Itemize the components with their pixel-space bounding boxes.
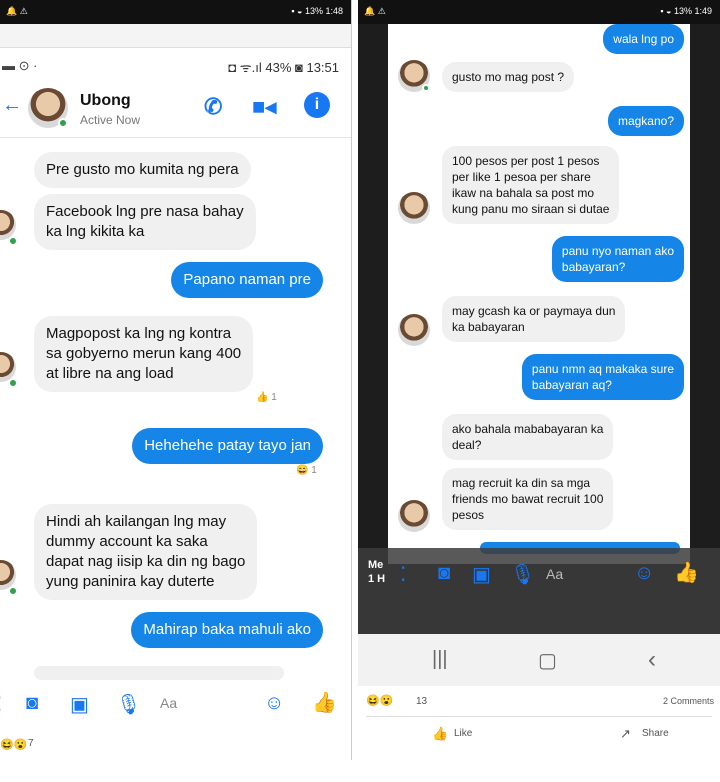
message-input[interactable]: Aa: [546, 566, 563, 582]
message-in[interactable]: mag recruit ka din sa mga friends mo baw…: [442, 468, 614, 530]
info-icon[interactable]: i: [304, 92, 330, 118]
message-in[interactable]: Hindi ah kailangan lng may dummy account…: [34, 504, 258, 600]
image-icon[interactable]: ▣: [472, 562, 491, 587]
reaction-count[interactable]: 7: [28, 738, 34, 749]
message-composer: ⁚ ◙ ▣ 🎙 Aa ☺ 👍: [0, 684, 351, 724]
reaction-icons: 😆😮: [366, 695, 394, 707]
message-in[interactable]: Facebook lng pre nasa bahay ka lng kikit…: [34, 194, 256, 250]
comments-count[interactable]: 2 Comments: [663, 696, 714, 706]
message-list: Pre gusto mo kumita ng pera Facebook lng…: [0, 140, 351, 680]
online-indicator: [58, 118, 68, 128]
share-button[interactable]: Share: [642, 728, 669, 739]
thumbs-up-icon[interactable]: 👍: [674, 560, 699, 585]
camera-icon[interactable]: ◙: [26, 692, 38, 715]
message-out[interactable]: Papano naman pre: [171, 262, 323, 298]
avatar: [398, 192, 430, 224]
message-in[interactable]: ako bahala mababayaran ka deal?: [442, 414, 614, 460]
microphone-icon[interactable]: 🎙: [116, 692, 141, 717]
online-indicator: [8, 586, 18, 596]
chat-area: wala lng po gusto mo mag post ? magkano?…: [388, 24, 690, 564]
message-in[interactable]: may gcash ka or paymaya dun ka babayaran: [442, 296, 626, 342]
post-action-bar: 😆😮 13 2 Comments 👍 Like ↗ Share: [358, 686, 720, 760]
status-icons-right: ▪ ◒ 13% 1:48: [291, 6, 343, 16]
right-screenshot: 🔔 ⚠ ▪ ◒ 13% 1:49 wala lng po gusto mo ma…: [358, 0, 720, 760]
active-status: Active Now: [80, 113, 141, 127]
phone-status-right: ◘ ᯤ.ıl 43% ◙ 13:51: [228, 60, 339, 75]
reaction-badge[interactable]: 😄 1: [296, 465, 317, 476]
chat-header: ← Ubong Active Now ✆ ■◂ i: [0, 80, 351, 138]
avatar: [398, 500, 430, 532]
phone-icon[interactable]: ✆: [204, 94, 222, 120]
message-out[interactable]: Hehehehe patay tayo jan: [132, 428, 323, 464]
message-out[interactable]: magkano?: [607, 106, 684, 136]
like-icon: 👍: [432, 726, 449, 741]
thumbs-up-icon[interactable]: 👍: [312, 690, 337, 715]
home-button[interactable]: ▢: [538, 648, 557, 673]
status-icons-right: ▪ ◒ 13% 1:49: [660, 6, 712, 16]
reaction-badge[interactable]: 👍 1: [256, 392, 277, 403]
microphone-icon[interactable]: 🎙: [510, 562, 535, 587]
message-in[interactable]: 100 pesos per post 1 pesos per like 1 pe…: [442, 146, 620, 224]
notification-icons: ▬ ⊙ ·: [2, 58, 38, 73]
back-button[interactable]: ‹: [648, 646, 656, 674]
status-icons-left: 🔔 ⚠: [364, 6, 386, 16]
share-icon: ↗: [620, 726, 631, 741]
message-in[interactable]: gusto mo mag post ?: [442, 62, 575, 92]
android-nav-bar: ||| ▢ ‹: [358, 634, 720, 686]
message-in-partial: [34, 666, 284, 680]
online-indicator: [8, 236, 18, 246]
emoji-icon[interactable]: ☺: [634, 562, 654, 585]
divider: [366, 716, 712, 717]
message-in[interactable]: Pre gusto mo kumita ng pera: [34, 152, 251, 188]
contact-name[interactable]: Ubong: [80, 92, 131, 110]
emoji-icon[interactable]: ☺: [264, 692, 284, 715]
camera-icon[interactable]: ◙: [438, 562, 450, 585]
background-post-strip: [0, 24, 351, 48]
top-status-bar: 🔔 ⚠ ▪ ◒ 13% 1:48: [0, 0, 351, 24]
message-out[interactable]: wala lng po: [603, 24, 684, 54]
avatar: [398, 314, 430, 346]
overlay-label: Me 1 H: [368, 559, 386, 585]
post-reactions-bar: 😆😮 7: [0, 730, 351, 760]
dimmed-overlay: Me 1 H ⁚ ◙ ▣ 🎙 Aa ☺ 👍: [358, 548, 720, 634]
online-indicator: [422, 84, 430, 92]
message-out[interactable]: Mahirap baka mahuli ako: [131, 612, 323, 648]
phone-status-bar: ▬ ⊙ · ◘ ᯤ.ıl 43% ◙ 13:51: [0, 50, 351, 80]
recent-apps-button[interactable]: |||: [432, 648, 448, 671]
message-out[interactable]: panu nmn aq makaka sure babayaran aq?: [521, 354, 684, 400]
status-icons-left: 🔔 ⚠: [6, 6, 28, 16]
image-icon[interactable]: ▣: [70, 692, 89, 717]
reaction-count[interactable]: 13: [416, 696, 427, 707]
back-arrow-icon[interactable]: ←: [2, 94, 22, 117]
video-call-icon[interactable]: ■◂: [252, 94, 276, 120]
apps-icon[interactable]: ⁚: [400, 562, 406, 587]
message-in[interactable]: Magpopost ka lng ng kontra sa gobyerno m…: [34, 316, 254, 392]
top-status-bar: 🔔 ⚠ ▪ ◒ 13% 1:49: [358, 0, 720, 24]
message-input[interactable]: Aa: [160, 695, 177, 711]
left-screenshot: 🔔 ⚠ ▪ ◒ 13% 1:48 ▬ ⊙ · ◘ ᯤ.ıl 43% ◙ 13:5…: [0, 0, 352, 760]
message-out[interactable]: panu nyo naman ako babayaran?: [551, 236, 684, 282]
online-indicator: [8, 378, 18, 388]
apps-icon[interactable]: ⁚: [0, 692, 2, 717]
like-button[interactable]: Like: [454, 728, 472, 739]
reaction-icons: 😆😮: [0, 739, 28, 751]
